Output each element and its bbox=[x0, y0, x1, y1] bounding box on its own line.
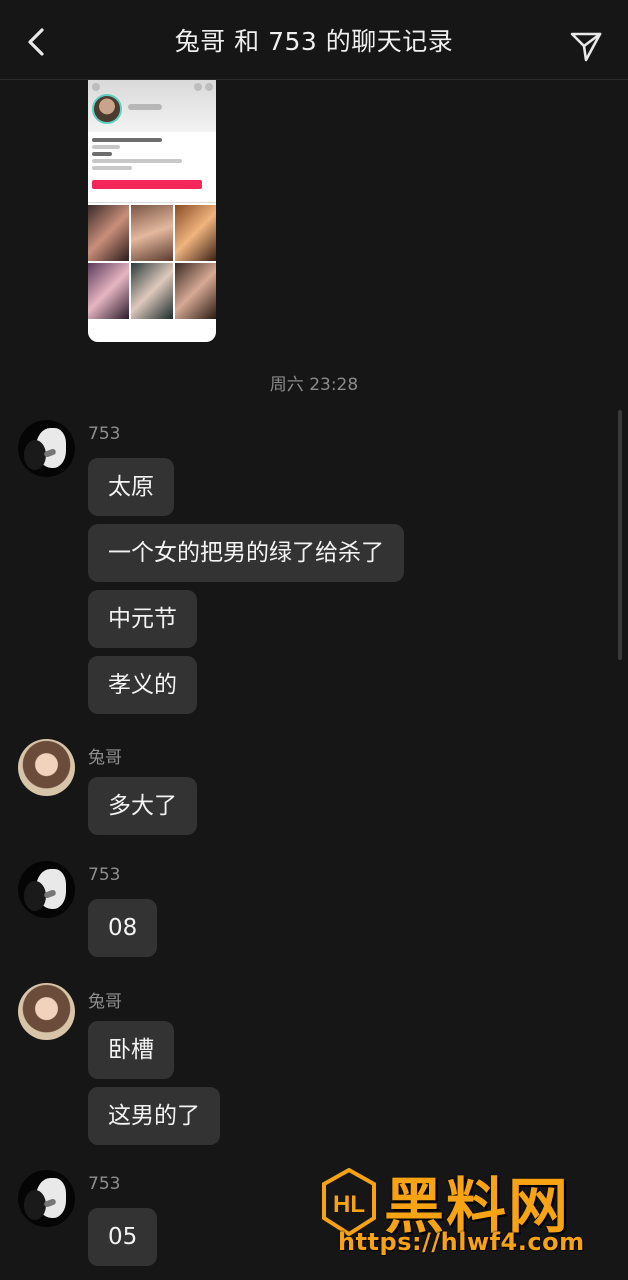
header: 兔哥 和 753 的聊天记录 bbox=[0, 0, 628, 80]
message-bubble[interactable]: 这男的了 bbox=[88, 1087, 220, 1145]
message-bubble[interactable]: 一个女的把男的绿了给杀了 bbox=[88, 524, 404, 582]
sender-name: 兔哥 bbox=[88, 748, 122, 768]
sender-name: 兔哥 bbox=[88, 992, 122, 1012]
message-bubble[interactable]: 05 bbox=[88, 1208, 158, 1266]
avatar-tuge[interactable] bbox=[18, 983, 75, 1040]
message-bubble[interactable]: 孝义的 bbox=[88, 656, 197, 714]
avatar-753[interactable] bbox=[18, 420, 75, 477]
message-bubble[interactable]: 多大了 bbox=[88, 777, 197, 835]
shared-profile-screenshot[interactable] bbox=[88, 80, 216, 342]
message-bubble[interactable]: 卧槽 bbox=[88, 1021, 174, 1079]
chevron-left-icon bbox=[28, 28, 44, 56]
message-list[interactable]: 周六 23:28 753 太原 一个女的把男的绿了给杀了 中元节 孝义的 兔哥 … bbox=[0, 80, 628, 1280]
message-bubble[interactable]: 太原 bbox=[88, 458, 174, 516]
avatar-753[interactable] bbox=[18, 861, 75, 918]
watermark-logo-icon: HL bbox=[322, 1168, 376, 1236]
chat-history-page: 兔哥 和 753 的聊天记录 周六 23:28 753 太原 一个女的把男的绿了… bbox=[0, 0, 628, 1280]
send-icon bbox=[570, 32, 602, 62]
timestamp: 周六 23:28 bbox=[269, 375, 359, 395]
svg-text:HL: HL bbox=[333, 1191, 365, 1218]
avatar-753[interactable] bbox=[18, 1170, 75, 1227]
page-title: 兔哥 和 753 的聊天记录 bbox=[174, 26, 454, 56]
sender-name: 753 bbox=[88, 1174, 121, 1194]
watermark-url: https://hlwf4.com bbox=[338, 1228, 585, 1256]
back-button[interactable] bbox=[18, 24, 54, 60]
sender-name: 753 bbox=[88, 865, 121, 885]
avatar-tuge[interactable] bbox=[18, 739, 75, 796]
message-bubble[interactable]: 08 bbox=[88, 899, 158, 957]
message-bubble[interactable]: 中元节 bbox=[88, 590, 197, 648]
scrollbar[interactable] bbox=[618, 410, 622, 660]
sender-name: 753 bbox=[88, 424, 121, 444]
share-button[interactable] bbox=[568, 28, 604, 64]
watermark: HL 黑料网 https://hlwf4.com bbox=[318, 1160, 618, 1270]
